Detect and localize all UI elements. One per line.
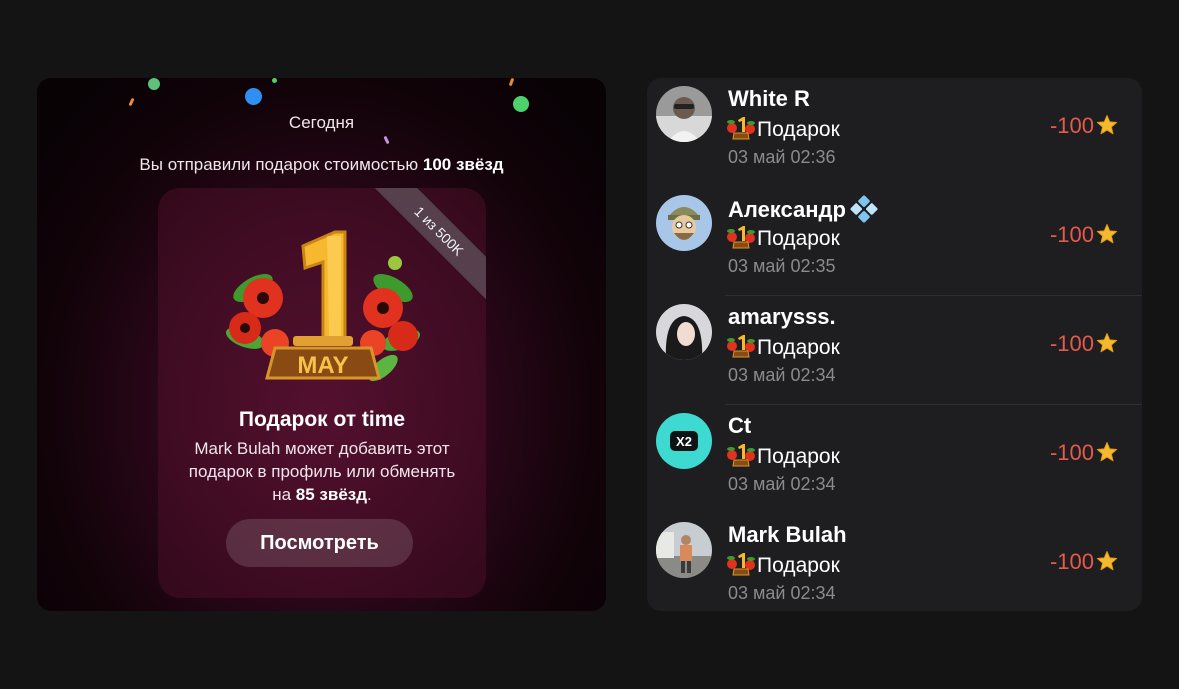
amount-value: -100 <box>1049 222 1094 247</box>
confetti-dot <box>148 78 160 90</box>
transaction-gift: Подарок <box>727 116 840 142</box>
transaction-row[interactable]: Александр Подарок 03 май 02:35 -100 <box>647 187 1142 296</box>
may-caption: MAY <box>297 352 348 379</box>
amount-value: -100 <box>1049 549 1094 574</box>
transaction-list: White R Подарок 03 май 02:36 -100 Алекса… <box>647 78 1142 611</box>
gift-label: Подарок <box>757 227 840 250</box>
gift-title: Подарок от time <box>238 408 406 431</box>
desc-suffix: . <box>367 485 372 504</box>
transaction-date: 03 май 02:35 <box>728 256 836 276</box>
transaction-row[interactable]: amarysss. Подарок 03 май 02:34 -100 <box>647 296 1142 405</box>
amount-value: -100 <box>1049 331 1094 356</box>
user-name: amarysss. <box>728 304 836 329</box>
star-icon <box>1096 114 1118 135</box>
gift-message-card: Сегодня Вы отправили подарок стоимостью … <box>37 78 606 611</box>
confetti-dot <box>245 88 262 105</box>
avatar: X2 <box>656 413 712 469</box>
transaction-date: 03 май 02:36 <box>728 147 836 167</box>
sent-text-prefix: Вы отправили подарок стоимостью <box>139 155 423 174</box>
verified-icon <box>850 195 878 223</box>
gift-label: Подарок <box>757 445 840 468</box>
transaction-name: amarysss. <box>728 304 836 330</box>
may-gift-icon <box>727 444 755 467</box>
transaction-name: White R <box>728 86 810 112</box>
transaction-amount: -100 <box>1050 549 1118 575</box>
star-icon <box>1096 223 1118 244</box>
may-gift-icon <box>727 117 755 140</box>
transaction-row[interactable]: White R Подарок 03 май 02:36 -100 <box>647 78 1142 187</box>
user-name: Mark Bulah <box>728 522 847 547</box>
sent-gift-text: Вы отправили подарок стоимостью 100 звёз… <box>37 155 606 175</box>
confetti-streak <box>128 97 135 107</box>
confetti-streak <box>383 135 390 145</box>
transaction-name: Mark Bulah <box>728 522 847 548</box>
gift-label: Подарок <box>757 336 840 359</box>
view-button[interactable]: Посмотреть <box>226 519 413 567</box>
gift-label: Подарок <box>757 118 840 141</box>
transaction-name: Александр <box>728 195 878 223</box>
amount-value: -100 <box>1049 440 1094 465</box>
transaction-gift: Подарок <box>727 225 840 251</box>
user-name: White R <box>728 86 810 111</box>
gift-preview[interactable]: 1 из 500K MAY Подарок от time Mark Bulah… <box>158 188 486 598</box>
avatar <box>656 304 712 360</box>
date-label: Сегодня <box>288 113 355 132</box>
sent-text-value: 100 звёзд <box>422 155 504 174</box>
gift-label: Подарок <box>757 554 840 577</box>
transaction-amount: -100 <box>1050 440 1118 466</box>
star-icon <box>1096 332 1118 353</box>
transaction-row[interactable]: X2 Ct Подарок 03 май 02:34 -100 <box>647 405 1142 514</box>
may-gift-icon <box>727 553 755 576</box>
confetti-dot <box>272 78 277 83</box>
transaction-row[interactable]: Mark Bulah Подарок 03 май 02:34 -100 <box>647 514 1142 611</box>
may-gift-icon <box>727 335 755 358</box>
transaction-amount: -100 <box>1050 113 1118 139</box>
transaction-gift: Подарок <box>727 552 840 578</box>
star-icon <box>1096 441 1118 462</box>
avatar <box>656 195 712 251</box>
transaction-date: 03 май 02:34 <box>728 474 836 494</box>
transaction-gift: Подарок <box>727 443 840 469</box>
may-gift-icon: MAY <box>225 230 421 382</box>
confetti-dot <box>513 96 529 112</box>
user-name: Александр <box>728 197 846 222</box>
desc-value: 85 звёзд <box>295 485 368 504</box>
transaction-gift: Подарок <box>727 334 840 360</box>
transaction-amount: -100 <box>1050 331 1118 357</box>
avatar <box>656 86 712 142</box>
star-icon <box>1096 550 1118 571</box>
transaction-date: 03 май 02:34 <box>728 365 836 385</box>
transaction-name: Ct <box>728 413 751 439</box>
gift-description: Mark Bulah может добавить этот подарок в… <box>178 437 466 506</box>
transaction-amount: -100 <box>1050 222 1118 248</box>
amount-value: -100 <box>1049 113 1094 138</box>
user-name: Ct <box>728 413 752 438</box>
svg-text:X2: X2 <box>676 434 692 449</box>
transaction-date: 03 май 02:34 <box>728 583 836 603</box>
may-gift-icon <box>727 226 755 249</box>
confetti-streak <box>508 78 515 87</box>
avatar <box>656 522 712 578</box>
